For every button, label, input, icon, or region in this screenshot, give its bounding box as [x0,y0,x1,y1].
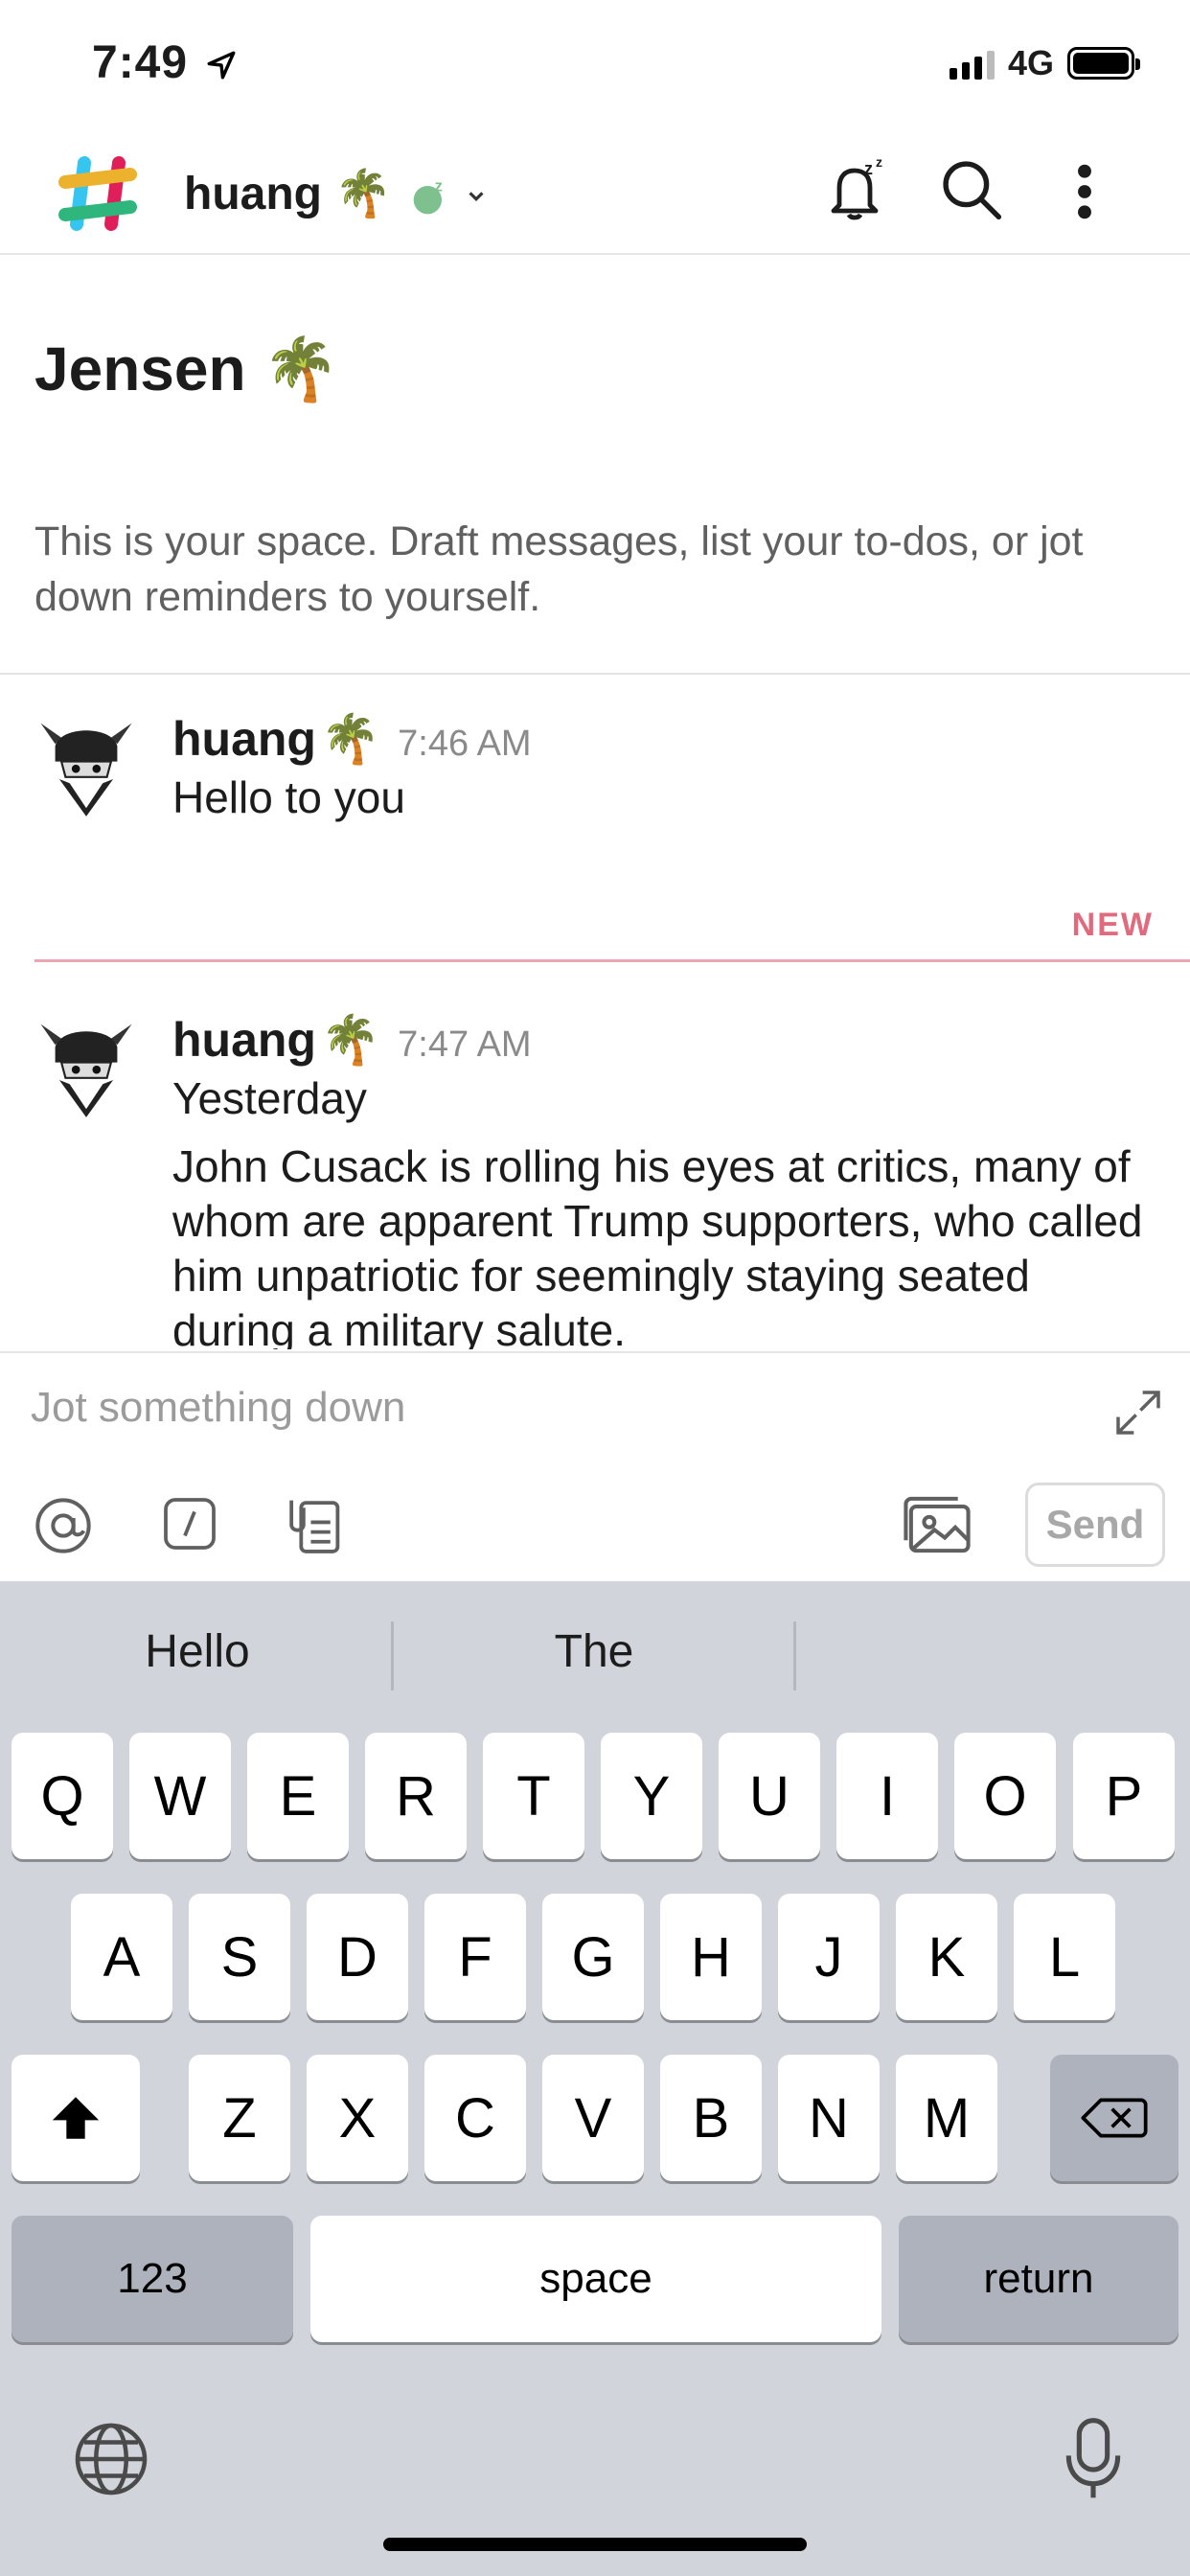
palm-tree-emoji: 🌴 [320,1013,380,1067]
status-time-text: 7:49 [92,37,189,88]
key-t[interactable]: T [483,1733,584,1859]
message-header: huang 🌴 7:46 AM [172,711,532,768]
attach-file-icon[interactable] [284,1493,343,1556]
message-header: huang 🌴 7:47 AM [172,1012,532,1069]
key-e[interactable]: E [247,1733,349,1859]
key-g[interactable]: G [542,1894,644,2020]
key-q[interactable]: Q [11,1733,113,1859]
location-arrow-icon [207,51,236,80]
home-indicator[interactable] [383,2538,807,2551]
more-options-icon[interactable] [1064,161,1106,222]
message-text: Yesterday [172,1073,367,1123]
key-v[interactable]: V [542,2055,644,2181]
space-key[interactable]: space [310,2216,881,2342]
avatar[interactable] [34,1016,138,1119]
suggestion-divider [793,1622,796,1690]
channel-title: Jensen 🌴 [34,334,339,405]
network-type: 4G [1007,43,1054,82]
divider [0,673,1190,675]
key-z[interactable]: Z [189,2055,290,2181]
avatar[interactable] [34,715,138,818]
palm-tree-emoji: 🌴 [320,712,380,766]
message-author[interactable]: huang [172,1013,316,1067]
do-not-disturb-bell-icon[interactable]: z z [822,155,891,224]
key-d[interactable]: D [307,1894,408,2020]
suggestion-1[interactable]: Hello [0,1625,395,1678]
shift-icon [52,2097,100,2139]
workspace-name: huang [184,169,322,219]
message-text: John Cusack is rolling his eyes at criti… [172,1141,1143,1349]
message-input[interactable]: Jot something down [31,1384,405,1432]
suggestion-2[interactable]: The [397,1625,791,1678]
palm-tree-emoji: 🌴 [334,169,393,219]
key-b[interactable]: B [660,2055,762,2181]
snooze-status-icon: z [414,178,443,215]
message-author[interactable]: huang [172,712,316,766]
app-header: huang 🌴 z z z [0,134,1190,255]
channel-description: This is your space. Draft messages, list… [34,518,1084,620]
message-timestamp: 7:46 AM [398,724,532,764]
key-o[interactable]: O [954,1733,1056,1859]
numbers-key[interactable]: 123 [11,2216,293,2342]
channel-title-text: Jensen [34,334,246,403]
suggestion-divider [391,1622,394,1690]
shift-key[interactable] [11,2055,140,2181]
expand-icon[interactable] [1111,1386,1165,1439]
battery-icon [1067,47,1140,80]
microphone-icon[interactable] [1062,2417,1125,2501]
key-w[interactable]: W [129,1733,231,1859]
mention-icon[interactable] [33,1495,94,1556]
key-a[interactable]: A [71,1894,172,2020]
new-messages-label: NEW [1071,907,1154,943]
delete-key[interactable] [1050,2055,1179,2181]
svg-text:z: z [876,155,882,170]
keyboard: Hello The Q W E R T Y U I O P A S D F G … [0,1581,1190,2576]
message-body: Yesterday John Cusack is rolling his eye… [172,1071,1159,1349]
slack-logo-icon[interactable] [56,151,140,236]
key-c[interactable]: C [424,2055,526,2181]
photo-library-icon[interactable] [901,1493,973,1556]
key-u[interactable]: U [719,1733,820,1859]
return-key[interactable]: return [899,2216,1179,2342]
key-r[interactable]: R [365,1733,467,1859]
message-item[interactable] [34,1016,138,1124]
key-k[interactable]: K [896,1894,997,2020]
key-s[interactable]: S [189,1894,290,2020]
key-j[interactable]: J [778,1894,880,2020]
search-icon[interactable] [939,157,1004,222]
palm-tree-emoji: 🌴 [263,334,340,403]
cellular-signal-icon [949,47,995,80]
status-indicators: 4G [949,42,1140,84]
slash-command-icon[interactable] [161,1495,218,1552]
key-i[interactable]: I [836,1733,938,1859]
key-m[interactable]: M [896,2055,997,2181]
key-n[interactable]: N [778,2055,880,2181]
message-text: Hello to you [172,772,405,822]
key-f[interactable]: F [424,1894,526,2020]
send-button[interactable]: Send [1025,1483,1165,1567]
message-timestamp: 7:47 AM [398,1024,532,1065]
backspace-icon [1081,2098,1148,2138]
message-item[interactable] [34,715,138,823]
message-composer: Jot something down Send [0,1351,1190,1583]
svg-text:z: z [864,159,873,178]
key-x[interactable]: X [307,2055,408,2181]
key-y[interactable]: Y [601,1733,702,1859]
key-p[interactable]: P [1073,1733,1175,1859]
svg-text:z: z [435,178,443,196]
globe-icon[interactable] [71,2419,151,2499]
chevron-down-icon [469,192,484,202]
key-l[interactable]: L [1014,1894,1115,2020]
status-time: 7:49 [92,36,238,89]
new-messages-divider [34,959,1190,962]
key-h[interactable]: H [660,1894,762,2020]
workspace-switcher[interactable]: huang 🌴 z [184,166,487,220]
